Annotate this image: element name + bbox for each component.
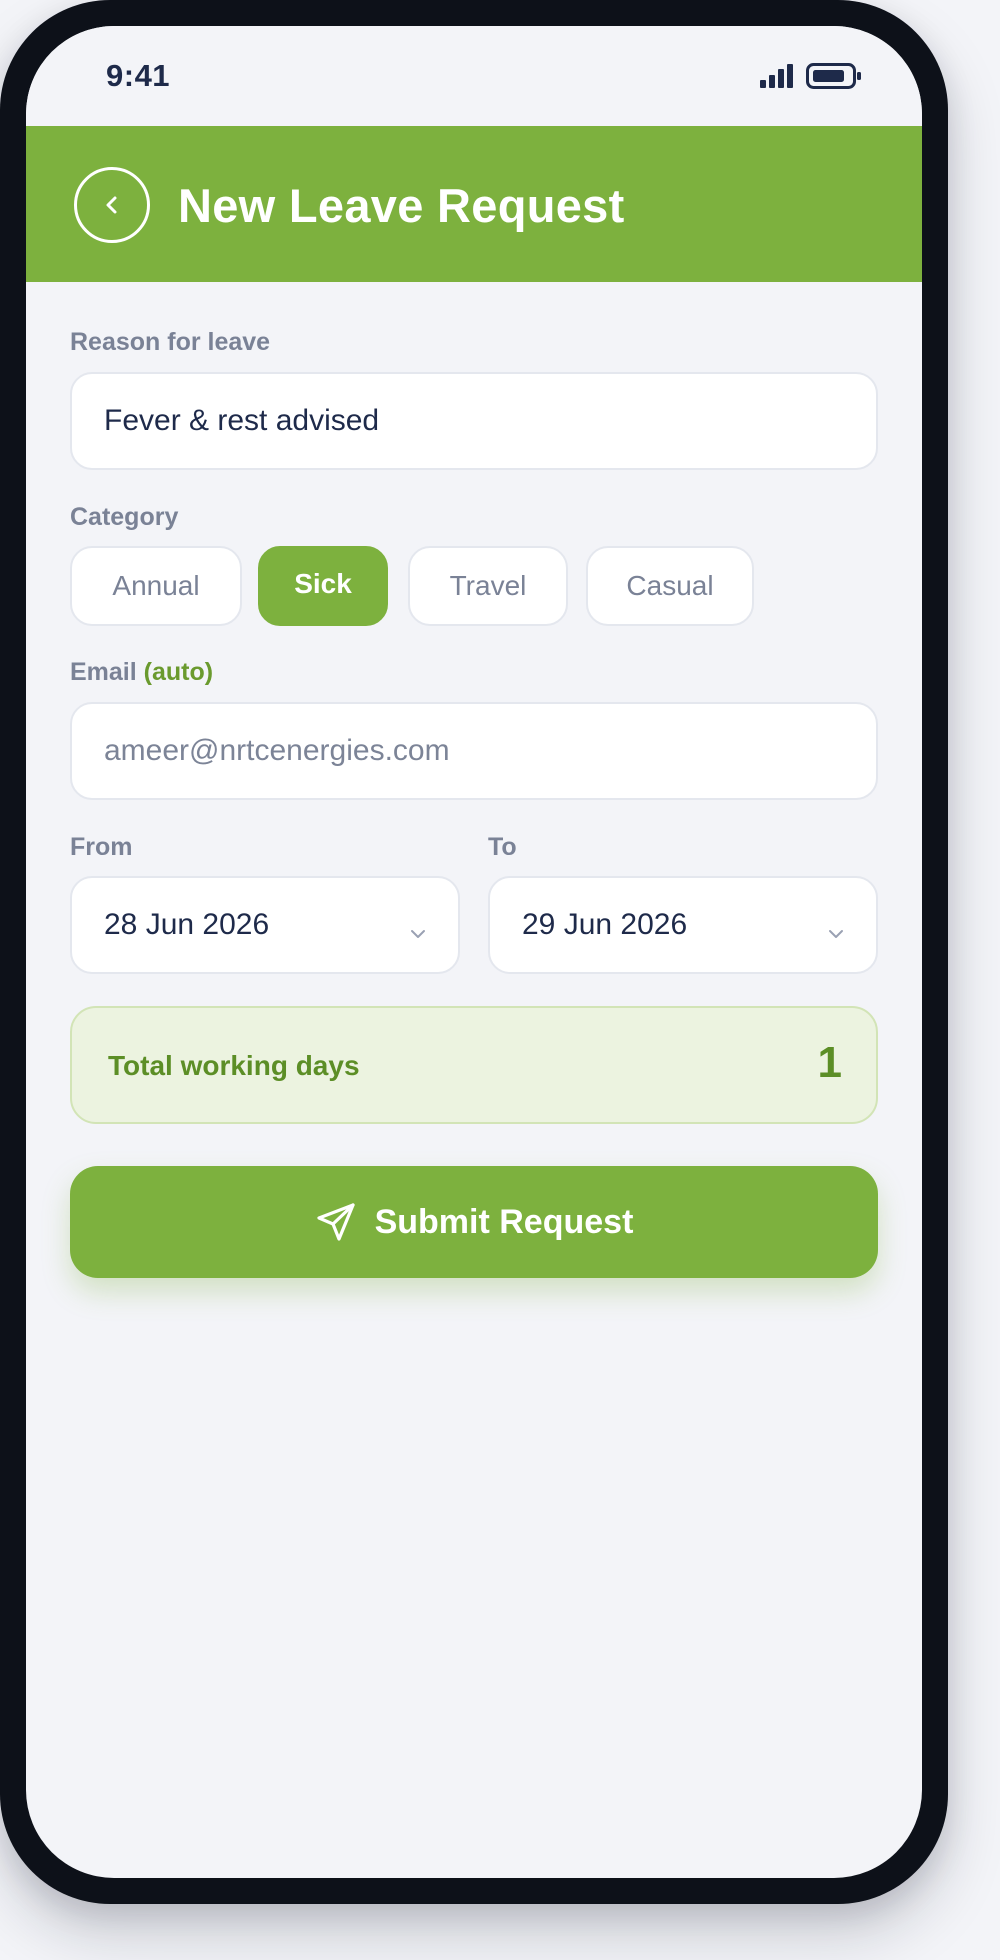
category-chip-label: Annual	[112, 570, 200, 601]
to-date-value: 29 Jun 2026	[522, 908, 688, 941]
category-chip-sick[interactable]: Sick	[258, 546, 388, 626]
email-label: Email (auto)	[70, 658, 213, 687]
category-chip-label: Sick	[294, 568, 352, 599]
phone-frame: 9:41 New Leave Request Reason for leave …	[0, 0, 948, 1904]
email-field-placeholder: ameer@nrtcenergies.com	[104, 734, 450, 767]
category-chip-travel[interactable]: Travel	[408, 546, 568, 626]
reason-input[interactable]: Fever & rest advised	[70, 372, 878, 470]
category-chip-annual[interactable]: Annual	[70, 546, 242, 626]
working-days-summary: Total working days 1	[70, 1006, 878, 1124]
status-bar: 9:41	[26, 26, 922, 126]
working-days-label: Total working days	[108, 1050, 360, 1081]
submit-request-label: Submit Request	[374, 1202, 634, 1241]
chevron-down-icon	[829, 930, 843, 938]
reason-label: Reason for leave	[70, 328, 271, 356]
chevron-left-icon	[106, 196, 117, 214]
working-days-value: 1	[817, 1038, 842, 1087]
battery-icon	[806, 63, 861, 89]
page-title: New Leave Request	[178, 179, 625, 232]
category-chip-label: Casual	[626, 570, 714, 601]
signal-icon	[760, 64, 793, 88]
back-button[interactable]	[74, 167, 150, 243]
from-date-select[interactable]: 28 Jun 2026	[70, 876, 460, 974]
send-icon	[316, 1203, 355, 1241]
category-chip-casual[interactable]: Casual	[586, 546, 754, 626]
phone-screen: 9:41 New Leave Request Reason for leave …	[26, 26, 922, 1878]
category-chip-label: Travel	[449, 570, 527, 601]
reason-input-value: Fever & rest advised	[104, 404, 380, 437]
submit-request-button[interactable]: Submit Request	[70, 1166, 878, 1278]
category-label: Category	[70, 503, 179, 531]
app-header: New Leave Request	[26, 126, 922, 282]
email-field[interactable]: ameer@nrtcenergies.com	[70, 702, 878, 800]
email-auto-tag: (auto)	[143, 658, 214, 686]
email-label-text: Email	[70, 658, 137, 686]
to-date-select[interactable]: 29 Jun 2026	[488, 876, 878, 974]
to-label: To	[488, 833, 517, 861]
from-label: From	[70, 833, 133, 861]
from-date-value: 28 Jun 2026	[104, 908, 270, 941]
chevron-down-icon	[411, 930, 425, 938]
status-time: 9:41	[106, 58, 171, 93]
